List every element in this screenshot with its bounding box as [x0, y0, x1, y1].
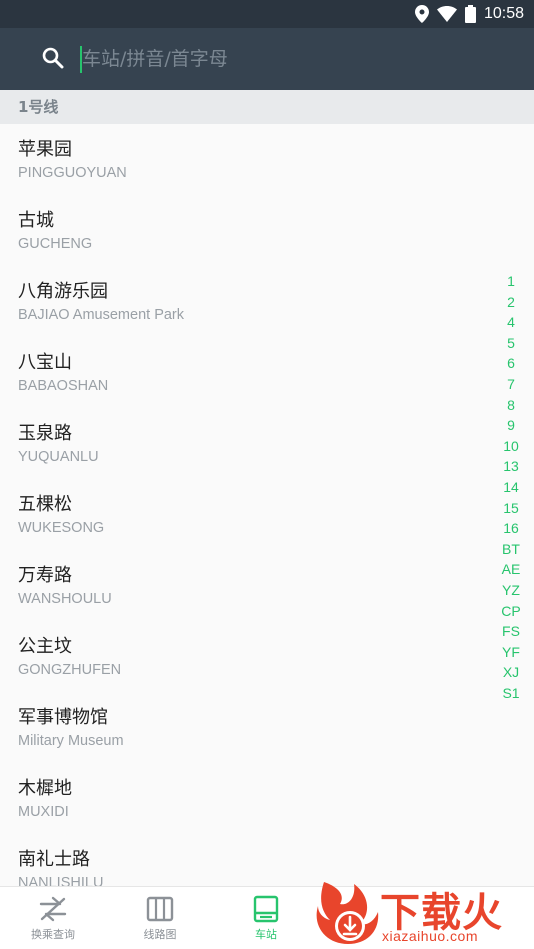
line-index-item[interactable]: 15 — [503, 498, 519, 519]
station-name: 五棵松 — [18, 494, 72, 515]
station-name: 公主坟 — [18, 636, 72, 657]
transfer-icon — [39, 896, 67, 922]
station-pinyin: WUKESONG — [18, 520, 105, 536]
line-index-item[interactable]: 7 — [507, 374, 515, 395]
line-index-item[interactable]: 2 — [507, 292, 515, 313]
wifi-icon — [436, 6, 457, 22]
line-index-item[interactable]: 10 — [503, 436, 519, 457]
station-name: 南礼士路 — [18, 849, 90, 870]
station-pinyin: GONGZHUFEN — [18, 662, 122, 678]
station-name: 八角游乐园 — [18, 281, 108, 302]
line-index-item[interactable]: AE — [502, 559, 521, 580]
watermark-logo: 下载火 xiazaihuo.com — [314, 878, 534, 949]
station-name: 木樨地 — [18, 778, 72, 799]
station-pinyin: GUCHENG — [18, 236, 93, 252]
line-index-item[interactable]: 8 — [507, 395, 515, 416]
line-index-item[interactable]: YZ — [502, 580, 520, 601]
flame-logo-icon — [316, 882, 379, 944]
station-pinyin: MUXIDI — [18, 804, 69, 820]
line-index-item[interactable]: 14 — [503, 477, 519, 498]
station-name: 玉泉路 — [18, 423, 72, 444]
nav-transfer-query[interactable]: 换乘查询 — [0, 887, 106, 949]
search-bar — [0, 28, 534, 90]
station-row[interactable]: 苹果园 PINGGUOYUAN — [0, 124, 534, 195]
station-name: 军事博物馆 — [18, 707, 108, 728]
station-pinyin: PINGGUOYUAN — [18, 165, 127, 181]
nav-line-map[interactable]: 线路图 — [107, 887, 213, 949]
watermark-domain: xiazaihuo.com — [382, 928, 478, 944]
station-row[interactable]: 木樨地 MUXIDI — [0, 763, 534, 834]
station-row[interactable]: 八宝山 BABAOSHAN — [0, 337, 534, 408]
line-index-item[interactable]: 1 — [507, 271, 515, 292]
line-index-item[interactable]: FS — [502, 621, 520, 642]
station-pinyin: Military Museum — [18, 733, 124, 749]
station-row[interactable]: 万寿路 WANSHOULU — [0, 550, 534, 621]
station-row[interactable]: 玉泉路 YUQUANLU — [0, 408, 534, 479]
station-row[interactable]: 古城 GUCHENG — [0, 195, 534, 266]
line-index-item[interactable]: 16 — [503, 518, 519, 539]
search-icon[interactable] — [42, 47, 64, 73]
station-pinyin: BAJIAO Amusement Park — [18, 307, 185, 323]
station-row[interactable]: 八角游乐园 BAJIAO Amusement Park — [0, 266, 534, 337]
nav-stations-label: 车站 — [255, 928, 277, 941]
station-name: 古城 — [18, 210, 54, 231]
station-list[interactable]: 苹果园 PINGGUOYUAN 古城 GUCHENG 八角游乐园 BAJIAO Amuse… — [0, 124, 534, 886]
station-name: 八宝山 — [18, 352, 72, 373]
line-index-item[interactable]: 4 — [507, 312, 515, 333]
line-index-bar[interactable]: 1 2 4 5 6 7 8 9 10 13 14 15 16 BT AE YZ CP FS YF XJ S1 — [498, 271, 524, 703]
line-section-header: 1号线 — [0, 90, 534, 124]
line-index-item[interactable]: BT — [502, 539, 520, 560]
clock: 10:58 — [483, 5, 524, 22]
nav-stations[interactable]: 车站 — [213, 887, 319, 949]
station-pinyin: WANSHOULU — [18, 591, 112, 607]
station-row[interactable]: 公主坟 GONGZHUFEN — [0, 621, 534, 692]
line-index-item[interactable]: S1 — [502, 683, 519, 704]
station-name: 万寿路 — [18, 565, 72, 586]
line-index-item[interactable]: 13 — [503, 456, 519, 477]
battery-icon — [464, 5, 476, 23]
search-input[interactable] — [82, 42, 502, 76]
line-index-item[interactable]: 9 — [507, 415, 515, 436]
station-pinyin: BABAOSHAN — [18, 378, 109, 394]
line-index-item[interactable]: 6 — [507, 353, 515, 374]
line-index-item[interactable]: XJ — [503, 662, 519, 683]
nav-transfer-label: 换乘查询 — [31, 928, 75, 941]
station-icon — [253, 895, 279, 923]
line-index-item[interactable]: YF — [502, 642, 520, 663]
line-index-item[interactable]: 5 — [507, 333, 515, 354]
map-icon — [146, 896, 174, 922]
status-bar: 10:58 — [0, 0, 534, 28]
station-row[interactable]: 军事博物馆 Military Museum — [0, 692, 534, 763]
location-icon — [414, 5, 429, 23]
line-index-item[interactable]: CP — [501, 601, 520, 622]
station-name: 苹果园 — [18, 139, 72, 160]
nav-map-label: 线路图 — [143, 928, 177, 941]
station-pinyin: YUQUANLU — [18, 449, 99, 465]
station-row[interactable]: 五棵松 WUKESONG — [0, 479, 534, 550]
